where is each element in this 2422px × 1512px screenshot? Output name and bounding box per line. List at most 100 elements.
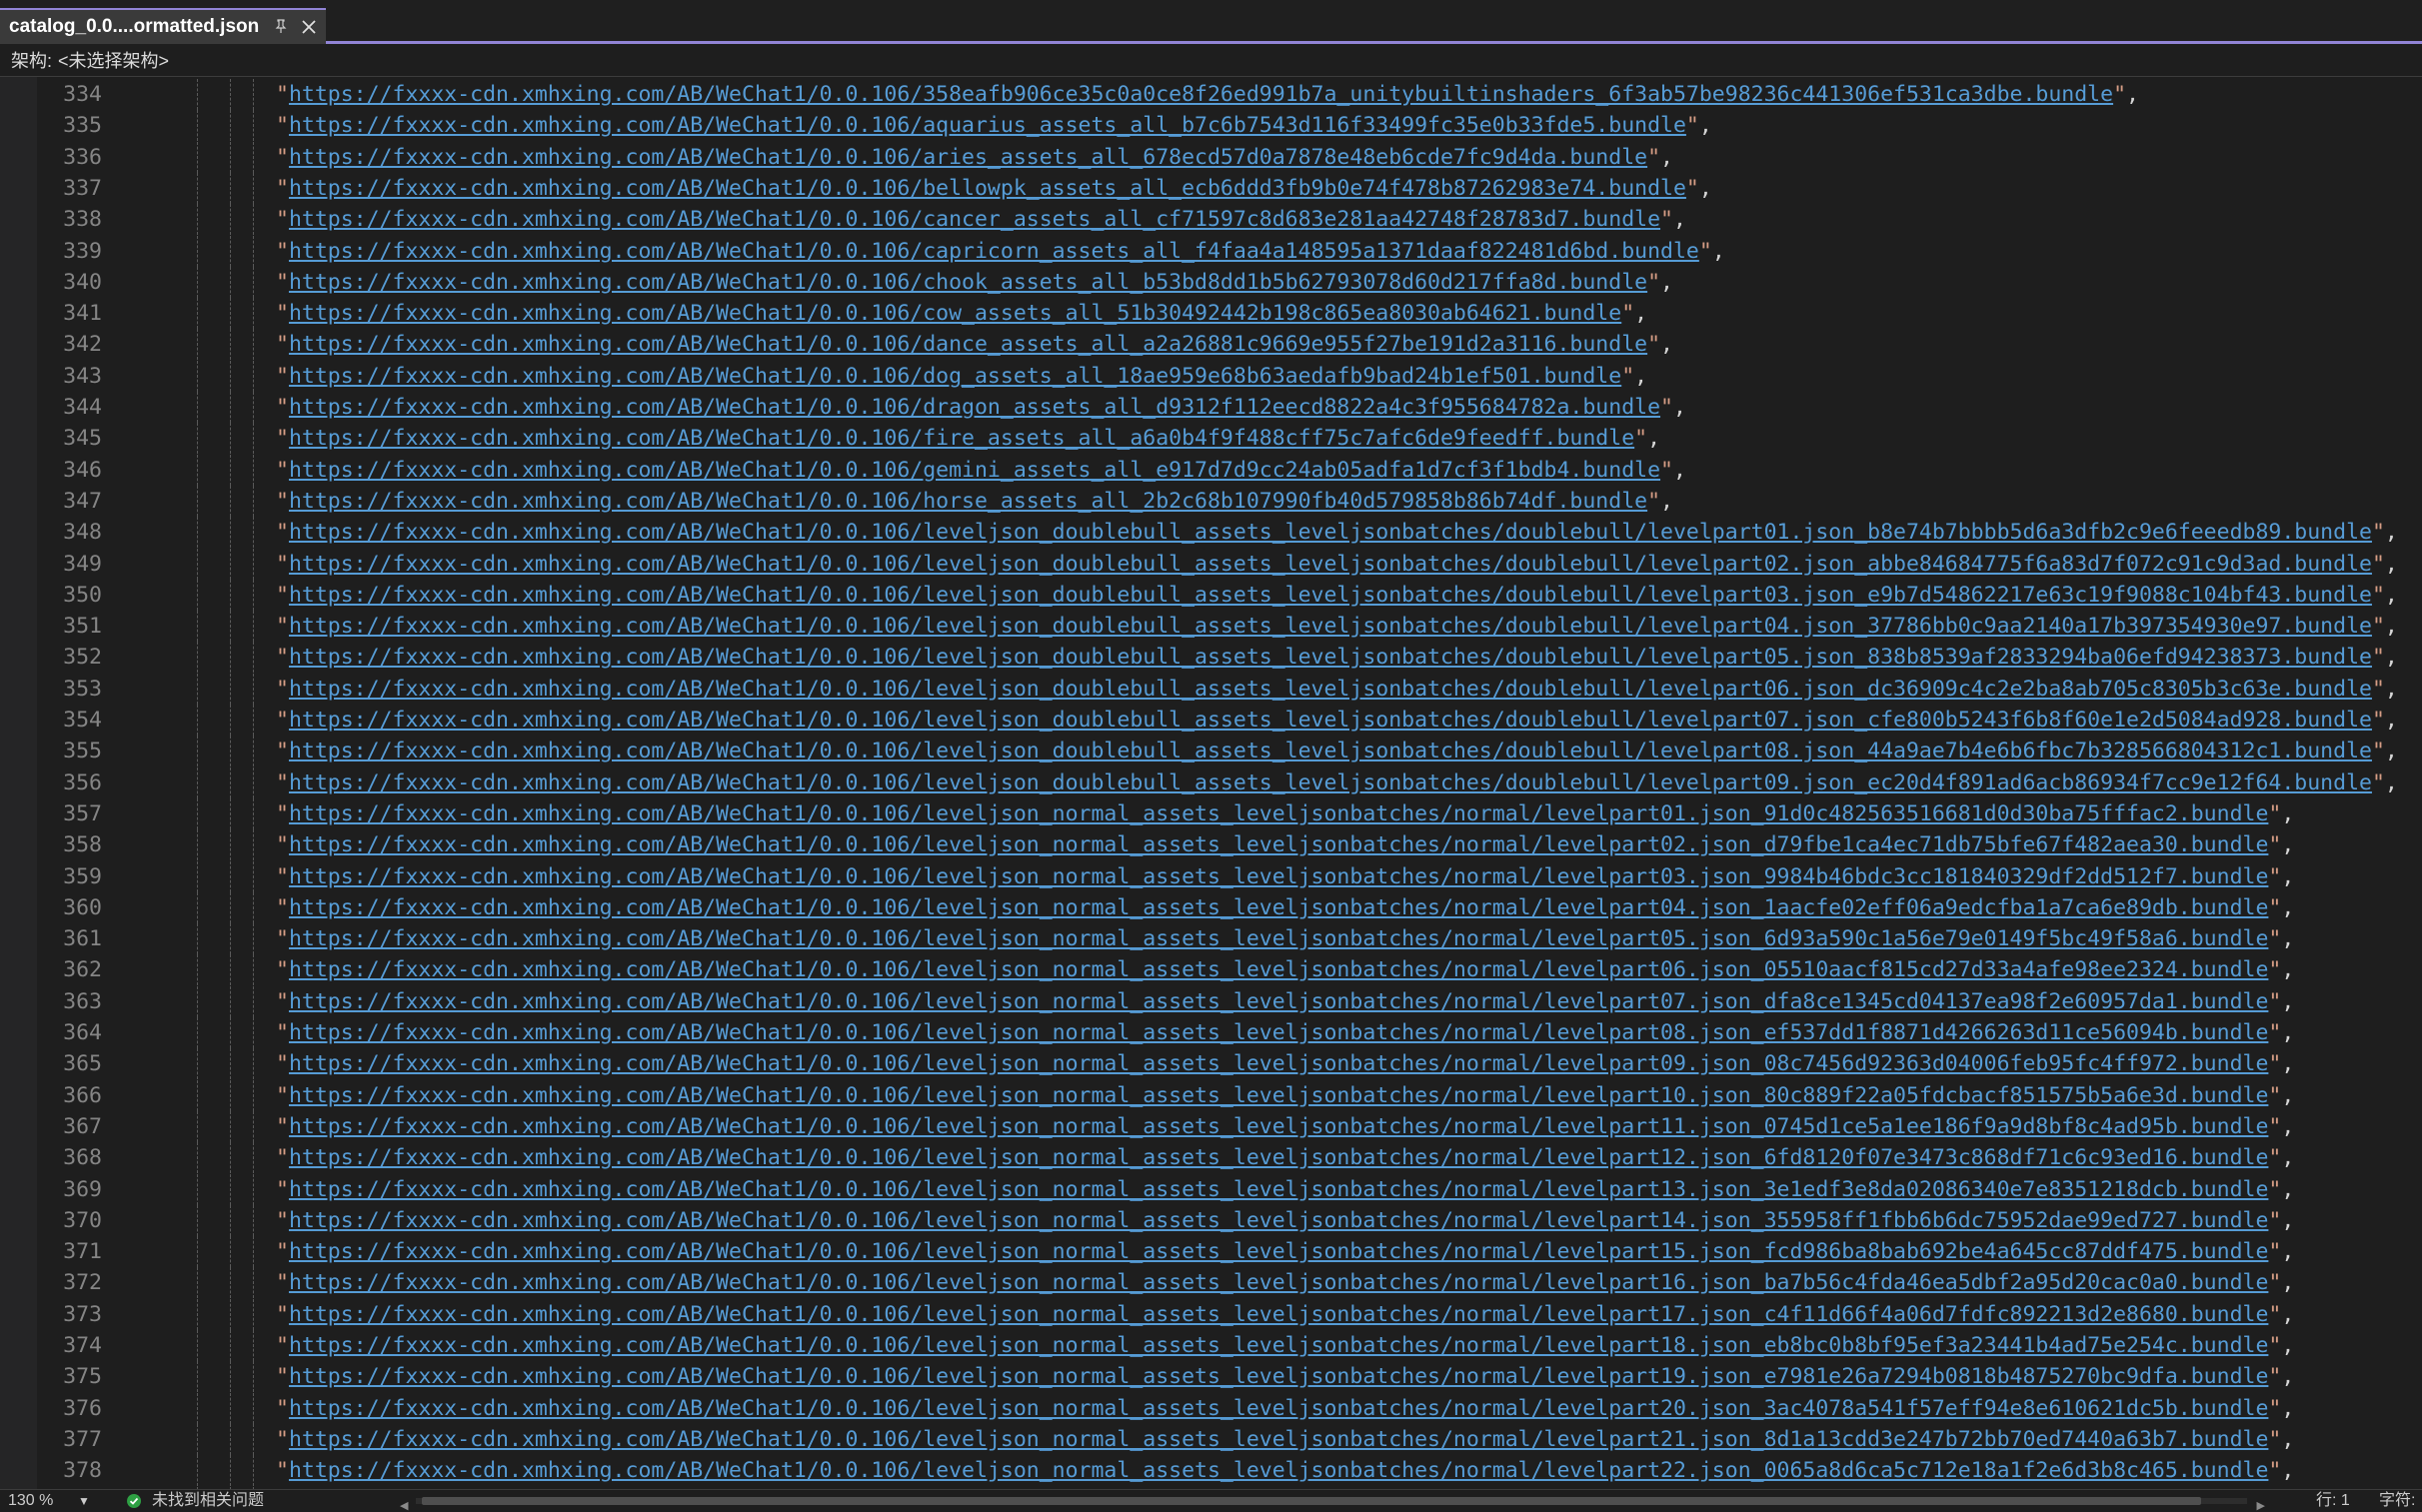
code-line[interactable]: 372 "https://fxxxx-cdn.xmhxing.com/AB/WeC…	[0, 1267, 2422, 1299]
bundle-url-link[interactable]: https://fxxxx-cdn.xmhxing.com/AB/WeChat1…	[289, 770, 2372, 795]
code-line[interactable]: 338 "https://fxxxx-cdn.xmhxing.com/AB/WeC…	[0, 204, 2422, 236]
code-line[interactable]: 353 "https://fxxxx-cdn.xmhxing.com/AB/WeC…	[0, 673, 2422, 705]
code-line[interactable]: 363 "https://fxxxx-cdn.xmhxing.com/AB/WeC…	[0, 985, 2422, 1017]
bundle-url-link[interactable]: https://fxxxx-cdn.xmhxing.com/AB/WeChat1…	[289, 957, 2268, 982]
bundle-url-link[interactable]: https://fxxxx-cdn.xmhxing.com/AB/WeChat1…	[289, 1020, 2268, 1045]
bundle-url-link[interactable]: https://fxxxx-cdn.xmhxing.com/AB/WeChat1…	[289, 332, 1647, 357]
code-line[interactable]: 348 "https://fxxxx-cdn.xmhxing.com/AB/WeC…	[0, 517, 2422, 549]
code-line[interactable]: 356 "https://fxxxx-cdn.xmhxing.com/AB/WeC…	[0, 766, 2422, 798]
code-line[interactable]: 375 "https://fxxxx-cdn.xmhxing.com/AB/WeC…	[0, 1361, 2422, 1393]
bundle-url-link[interactable]: https://fxxxx-cdn.xmhxing.com/AB/WeChat1…	[289, 239, 1699, 264]
code-line[interactable]: 354 "https://fxxxx-cdn.xmhxing.com/AB/WeC…	[0, 705, 2422, 736]
bundle-url-link[interactable]: https://fxxxx-cdn.xmhxing.com/AB/WeChat1…	[289, 1239, 2268, 1264]
bundle-url-link[interactable]: https://fxxxx-cdn.xmhxing.com/AB/WeChat1…	[289, 364, 1621, 389]
code-line[interactable]: 352 "https://fxxxx-cdn.xmhxing.com/AB/WeC…	[0, 642, 2422, 674]
architecture-dropdown[interactable]: <未选择架构>	[58, 47, 169, 73]
bundle-url-link[interactable]: https://fxxxx-cdn.xmhxing.com/AB/WeChat1…	[289, 1177, 2268, 1202]
code-line[interactable]: 376 "https://fxxxx-cdn.xmhxing.com/AB/WeC…	[0, 1392, 2422, 1424]
code-line[interactable]: 361 "https://fxxxx-cdn.xmhxing.com/AB/WeC…	[0, 923, 2422, 955]
bundle-url-link[interactable]: https://fxxxx-cdn.xmhxing.com/AB/WeChat1…	[289, 552, 2372, 577]
chevron-down-icon[interactable]: ▼	[78, 1490, 90, 1512]
editor-area[interactable]: 334 "https://fxxxx-cdn.xmhxing.com/AB/WeC…	[0, 77, 2422, 1489]
horizontal-scrollbar[interactable]: ◀ ▶	[398, 1494, 2267, 1512]
code-line[interactable]: 336 "https://fxxxx-cdn.xmhxing.com/AB/WeC…	[0, 141, 2422, 173]
scrollbar-thumb[interactable]	[422, 1497, 2201, 1505]
code-line[interactable]: 377 "https://fxxxx-cdn.xmhxing.com/AB/WeC…	[0, 1423, 2422, 1455]
code-line[interactable]: 342 "https://fxxxx-cdn.xmhxing.com/AB/WeC…	[0, 329, 2422, 361]
code-line[interactable]: 350 "https://fxxxx-cdn.xmhxing.com/AB/WeC…	[0, 579, 2422, 611]
bundle-url-link[interactable]: https://fxxxx-cdn.xmhxing.com/AB/WeChat1…	[289, 832, 2268, 857]
code-line[interactable]: 378 "https://fxxxx-cdn.xmhxing.com/AB/WeC…	[0, 1455, 2422, 1487]
bundle-url-link[interactable]: https://fxxxx-cdn.xmhxing.com/AB/WeChat1…	[289, 1145, 2268, 1170]
code-line[interactable]: 349 "https://fxxxx-cdn.xmhxing.com/AB/WeC…	[0, 548, 2422, 580]
code-line[interactable]: 344 "https://fxxxx-cdn.xmhxing.com/AB/WeC…	[0, 392, 2422, 423]
code-line[interactable]: 371 "https://fxxxx-cdn.xmhxing.com/AB/WeC…	[0, 1236, 2422, 1268]
code-line[interactable]: 355 "https://fxxxx-cdn.xmhxing.com/AB/WeC…	[0, 736, 2422, 767]
bundle-url-link[interactable]: https://fxxxx-cdn.xmhxing.com/AB/WeChat1…	[289, 895, 2268, 920]
bundle-url-link[interactable]: https://fxxxx-cdn.xmhxing.com/AB/WeChat1…	[289, 801, 2268, 826]
bundle-url-link[interactable]: https://fxxxx-cdn.xmhxing.com/AB/WeChat1…	[289, 426, 1634, 451]
code-line[interactable]: 358 "https://fxxxx-cdn.xmhxing.com/AB/WeC…	[0, 829, 2422, 861]
bundle-url-link[interactable]: https://fxxxx-cdn.xmhxing.com/AB/WeChat1…	[289, 520, 2372, 545]
bundle-url-link[interactable]: https://fxxxx-cdn.xmhxing.com/AB/WeChat1…	[289, 395, 1660, 420]
bundle-url-link[interactable]: https://fxxxx-cdn.xmhxing.com/AB/WeChat1…	[289, 864, 2268, 889]
document-tab[interactable]: catalog_0.0....ormatted.json	[0, 8, 326, 44]
code-line[interactable]: 364 "https://fxxxx-cdn.xmhxing.com/AB/WeC…	[0, 1017, 2422, 1048]
bundle-url-link[interactable]: https://fxxxx-cdn.xmhxing.com/AB/WeChat1…	[289, 583, 2372, 608]
code-line[interactable]: 343 "https://fxxxx-cdn.xmhxing.com/AB/WeC…	[0, 360, 2422, 392]
code-line[interactable]: 347 "https://fxxxx-cdn.xmhxing.com/AB/WeC…	[0, 485, 2422, 517]
bundle-url-link[interactable]: https://fxxxx-cdn.xmhxing.com/AB/WeChat1…	[289, 708, 2372, 733]
code-line[interactable]: 367 "https://fxxxx-cdn.xmhxing.com/AB/WeC…	[0, 1110, 2422, 1142]
scroll-left-icon[interactable]: ◀	[400, 1495, 408, 1512]
bundle-url-link[interactable]: https://fxxxx-cdn.xmhxing.com/AB/WeChat1…	[289, 82, 2113, 107]
bundle-url-link[interactable]: https://fxxxx-cdn.xmhxing.com/AB/WeChat1…	[289, 1333, 2268, 1358]
bundle-url-link[interactable]: https://fxxxx-cdn.xmhxing.com/AB/WeChat1…	[289, 270, 1647, 295]
code-line[interactable]: 366 "https://fxxxx-cdn.xmhxing.com/AB/WeC…	[0, 1079, 2422, 1111]
code-line[interactable]: 339 "https://fxxxx-cdn.xmhxing.com/AB/WeC…	[0, 235, 2422, 267]
bundle-url-link[interactable]: https://fxxxx-cdn.xmhxing.com/AB/WeChat1…	[289, 1302, 2268, 1327]
scroll-right-icon[interactable]: ▶	[2257, 1495, 2265, 1512]
code-line[interactable]: 340 "https://fxxxx-cdn.xmhxing.com/AB/WeC…	[0, 266, 2422, 298]
bundle-url-link[interactable]: https://fxxxx-cdn.xmhxing.com/AB/WeChat1…	[289, 1051, 2268, 1076]
code-line[interactable]: 341 "https://fxxxx-cdn.xmhxing.com/AB/WeC…	[0, 298, 2422, 330]
bundle-url-link[interactable]: https://fxxxx-cdn.xmhxing.com/AB/WeChat1…	[289, 207, 1660, 232]
code-line[interactable]: 369 "https://fxxxx-cdn.xmhxing.com/AB/WeC…	[0, 1173, 2422, 1205]
code-line[interactable]: 368 "https://fxxxx-cdn.xmhxing.com/AB/WeC…	[0, 1142, 2422, 1174]
code-line[interactable]: 362 "https://fxxxx-cdn.xmhxing.com/AB/WeC…	[0, 954, 2422, 986]
bundle-url-link[interactable]: https://fxxxx-cdn.xmhxing.com/AB/WeChat1…	[289, 739, 2372, 763]
bundle-url-link[interactable]: https://fxxxx-cdn.xmhxing.com/AB/WeChat1…	[289, 1270, 2268, 1295]
bundle-url-link[interactable]: https://fxxxx-cdn.xmhxing.com/AB/WeChat1…	[289, 645, 2372, 670]
bundle-url-link[interactable]: https://fxxxx-cdn.xmhxing.com/AB/WeChat1…	[289, 1396, 2268, 1421]
close-icon[interactable]	[300, 18, 318, 36]
code-line[interactable]: 373 "https://fxxxx-cdn.xmhxing.com/AB/WeC…	[0, 1298, 2422, 1330]
bundle-url-link[interactable]: https://fxxxx-cdn.xmhxing.com/AB/WeChat1…	[289, 1364, 2268, 1389]
code-line[interactable]: 365 "https://fxxxx-cdn.xmhxing.com/AB/WeC…	[0, 1048, 2422, 1080]
code-line[interactable]: 351 "https://fxxxx-cdn.xmhxing.com/AB/WeC…	[0, 611, 2422, 643]
bundle-url-link[interactable]: https://fxxxx-cdn.xmhxing.com/AB/WeChat1…	[289, 145, 1647, 170]
bundle-url-link[interactable]: https://fxxxx-cdn.xmhxing.com/AB/WeChat1…	[289, 113, 1686, 138]
bundle-url-link[interactable]: https://fxxxx-cdn.xmhxing.com/AB/WeChat1…	[289, 926, 2268, 951]
code-line[interactable]: 360 "https://fxxxx-cdn.xmhxing.com/AB/WeC…	[0, 891, 2422, 923]
bundle-url-link[interactable]: https://fxxxx-cdn.xmhxing.com/AB/WeChat1…	[289, 489, 1647, 514]
code-line[interactable]: 335 "https://fxxxx-cdn.xmhxing.com/AB/WeC…	[0, 110, 2422, 142]
code-line[interactable]: 346 "https://fxxxx-cdn.xmhxing.com/AB/WeC…	[0, 454, 2422, 486]
bundle-url-link[interactable]: https://fxxxx-cdn.xmhxing.com/AB/WeChat1…	[289, 1208, 2268, 1233]
bundle-url-link[interactable]: https://fxxxx-cdn.xmhxing.com/AB/WeChat1…	[289, 989, 2268, 1014]
code-line[interactable]: 357 "https://fxxxx-cdn.xmhxing.com/AB/WeC…	[0, 797, 2422, 829]
bundle-url-link[interactable]: https://fxxxx-cdn.xmhxing.com/AB/WeChat1…	[289, 614, 2372, 639]
bundle-url-link[interactable]: https://fxxxx-cdn.xmhxing.com/AB/WeChat1…	[289, 1427, 2268, 1452]
bundle-url-link[interactable]: https://fxxxx-cdn.xmhxing.com/AB/WeChat1…	[289, 1083, 2268, 1108]
bundle-url-link[interactable]: https://fxxxx-cdn.xmhxing.com/AB/WeChat1…	[289, 1114, 2268, 1139]
code-line[interactable]: 345 "https://fxxxx-cdn.xmhxing.com/AB/WeC…	[0, 423, 2422, 455]
bundle-url-link[interactable]: https://fxxxx-cdn.xmhxing.com/AB/WeChat1…	[289, 458, 1660, 483]
pin-icon[interactable]	[273, 18, 289, 34]
bundle-url-link[interactable]: https://fxxxx-cdn.xmhxing.com/AB/WeChat1…	[289, 301, 1621, 326]
code-line[interactable]: 337 "https://fxxxx-cdn.xmhxing.com/AB/WeC…	[0, 172, 2422, 204]
issues-status[interactable]: 未找到相关问题	[152, 1490, 264, 1512]
code-line[interactable]: 374 "https://fxxxx-cdn.xmhxing.com/AB/WeC…	[0, 1330, 2422, 1361]
bundle-url-link[interactable]: https://fxxxx-cdn.xmhxing.com/AB/WeChat1…	[289, 176, 1686, 201]
code-line[interactable]: 359 "https://fxxxx-cdn.xmhxing.com/AB/WeC…	[0, 860, 2422, 892]
zoom-level[interactable]: 130 %	[8, 1490, 53, 1512]
bundle-url-link[interactable]: https://fxxxx-cdn.xmhxing.com/AB/WeChat1…	[289, 677, 2372, 702]
code-line[interactable]: 370 "https://fxxxx-cdn.xmhxing.com/AB/WeC…	[0, 1204, 2422, 1236]
